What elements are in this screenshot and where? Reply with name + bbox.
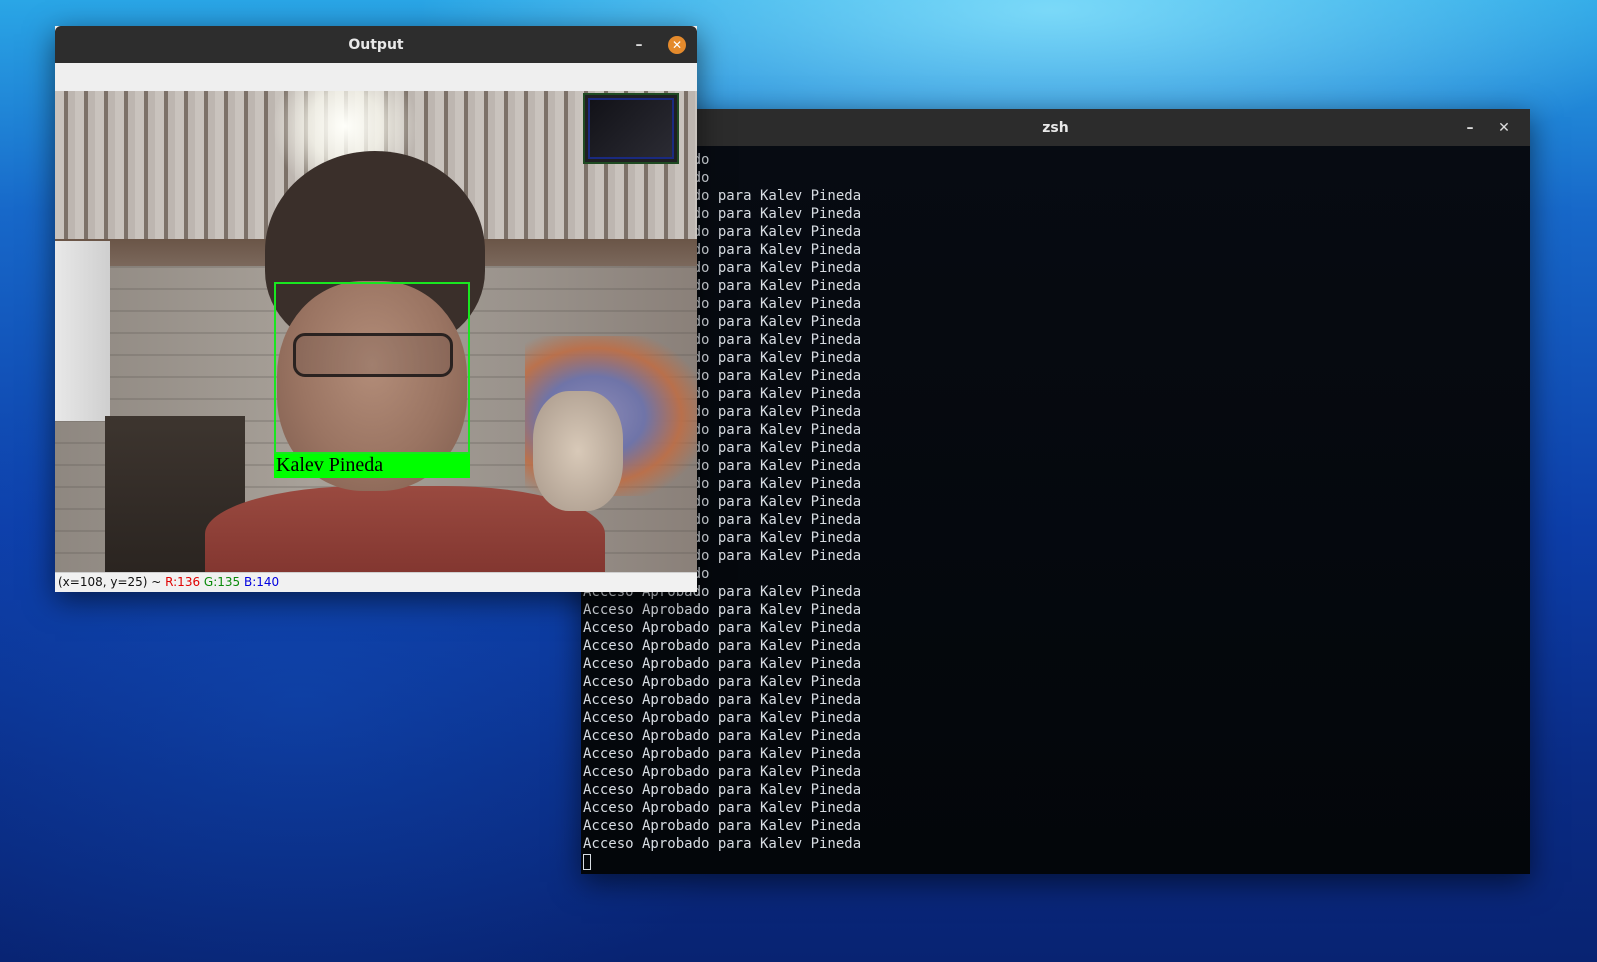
terminal-line: Acceso Aprobado para Kalev Pineda [583, 206, 862, 222]
close-icon: ✕ [668, 35, 686, 54]
terminal-line: Acceso Aprobado para Kalev Pineda [583, 512, 862, 528]
terminal-line: Acceso Aprobado para Kalev Pineda [583, 260, 862, 276]
terminal-prompt-line [583, 853, 1530, 871]
terminal-line: Acceso Aprobado para Kalev Pineda [583, 368, 862, 384]
terminal-line: Acceso Aprobado para Kalev Pineda [583, 548, 862, 564]
status-blue: B:140 [244, 575, 280, 589]
terminal-line: Acceso Aprobado para Kalev Pineda [583, 764, 862, 780]
terminal-close-button[interactable]: ✕ [1492, 109, 1516, 146]
terminal-line: Acceso Aprobado [583, 169, 1530, 187]
terminal-output[interactable]: Acceso AprobadoAcceso AprobadoAcceso Apr… [581, 146, 1530, 874]
terminal-line: Acceso Aprobado para Kalev Pineda [583, 458, 862, 474]
terminal-line: Acceso Aprobado para Kalev Pineda [583, 422, 862, 438]
terminal-line: Acceso Aprobado para Kalev Pineda [583, 656, 862, 672]
terminal-cursor [583, 854, 591, 870]
terminal-titlebar[interactable]: zsh – ✕ [581, 109, 1530, 146]
output-title: Output [348, 36, 404, 53]
pixel-status-bar: (x=108, y=25) ~ R:136 G:135 B:140 [55, 572, 697, 592]
terminal-line: Acceso Aprobado para Kalev Pineda [583, 782, 862, 798]
thumbnail-preview [583, 93, 679, 164]
terminal-line: Acceso Aprobado para Kalev Pineda [583, 188, 862, 204]
terminal-line: Acceso Aprobado para Kalev Pineda [583, 638, 862, 654]
terminal-line: Acceso Aprobado para Kalev Pineda [583, 620, 862, 636]
terminal-line: Acceso Aprobado para Kalev Pineda [583, 710, 862, 726]
output-close-button[interactable]: ✕ [665, 26, 689, 63]
terminal-line: Acceso Aprobado para Kalev Pineda [583, 728, 862, 744]
terminal-line: Acceso Aprobado para Kalev Pineda [583, 494, 862, 510]
terminal-line: Acceso Aprobado para Kalev Pineda [583, 404, 862, 420]
terminal-line: Acceso Aprobado para Kalev Pineda [583, 800, 862, 816]
terminal-line: Acceso Aprobado para Kalev Pineda [583, 350, 862, 366]
terminal-line: Acceso Aprobado para Kalev Pineda [583, 440, 862, 456]
terminal-line: Acceso Aprobado para Kalev Pineda [583, 224, 862, 240]
terminal-minimize-button[interactable]: – [1458, 109, 1482, 146]
terminal-line: Acceso Aprobado para Kalev Pineda [583, 242, 862, 258]
status-red: R:136 [165, 575, 201, 589]
terminal-line: Acceso Aprobado para Kalev Pineda [583, 746, 862, 762]
terminal-line: Acceso Aprobado para Kalev Pineda [583, 386, 862, 402]
status-coords: (x=108, y=25) ~ [58, 575, 166, 589]
person-hand [533, 391, 623, 511]
terminal-line: Acceso Aprobado para Kalev Pineda [583, 296, 862, 312]
terminal-line: Acceso Aprobado para Kalev Pineda [583, 476, 862, 492]
face-detection-box [274, 282, 470, 454]
terminal-line: Acceso Aprobado [583, 565, 1530, 583]
terminal-line: Acceso Aprobado para Kalev Pineda [583, 674, 862, 690]
terminal-line: Acceso Aprobado para Kalev Pineda [583, 692, 862, 708]
terminal-line: Acceso Aprobado para Kalev Pineda [583, 818, 862, 834]
output-window[interactable]: Output – ✕ Kalev Pineda (x=108, y=25) ~ … [55, 26, 697, 592]
terminal-line: Acceso Aprobado [583, 151, 1530, 169]
face-label: Kalev Pineda [274, 454, 470, 478]
camera-frame[interactable]: Kalev Pineda [55, 91, 697, 573]
terminal-window[interactable]: zsh – ✕ Acceso AprobadoAcceso AprobadoAc… [581, 109, 1530, 874]
white-panel [55, 241, 110, 421]
terminal-line: Acceso Aprobado para Kalev Pineda [583, 278, 862, 294]
terminal-title: zsh [1042, 119, 1069, 136]
output-toolbar [55, 63, 697, 92]
terminal-line: Acceso Aprobado para Kalev Pineda [583, 602, 862, 618]
terminal-line: Acceso Aprobado para Kalev Pineda [583, 332, 862, 348]
output-minimize-button[interactable]: – [627, 26, 651, 63]
status-green: G:135 [203, 575, 241, 589]
terminal-line: Acceso Aprobado para Kalev Pineda [583, 314, 862, 330]
terminal-line: Acceso Aprobado para Kalev Pineda [583, 836, 862, 852]
output-titlebar[interactable]: Output – ✕ [55, 26, 697, 63]
terminal-line: Acceso Aprobado para Kalev Pineda [583, 530, 862, 546]
terminal-line: Acceso Aprobado para Kalev Pineda [583, 584, 862, 600]
